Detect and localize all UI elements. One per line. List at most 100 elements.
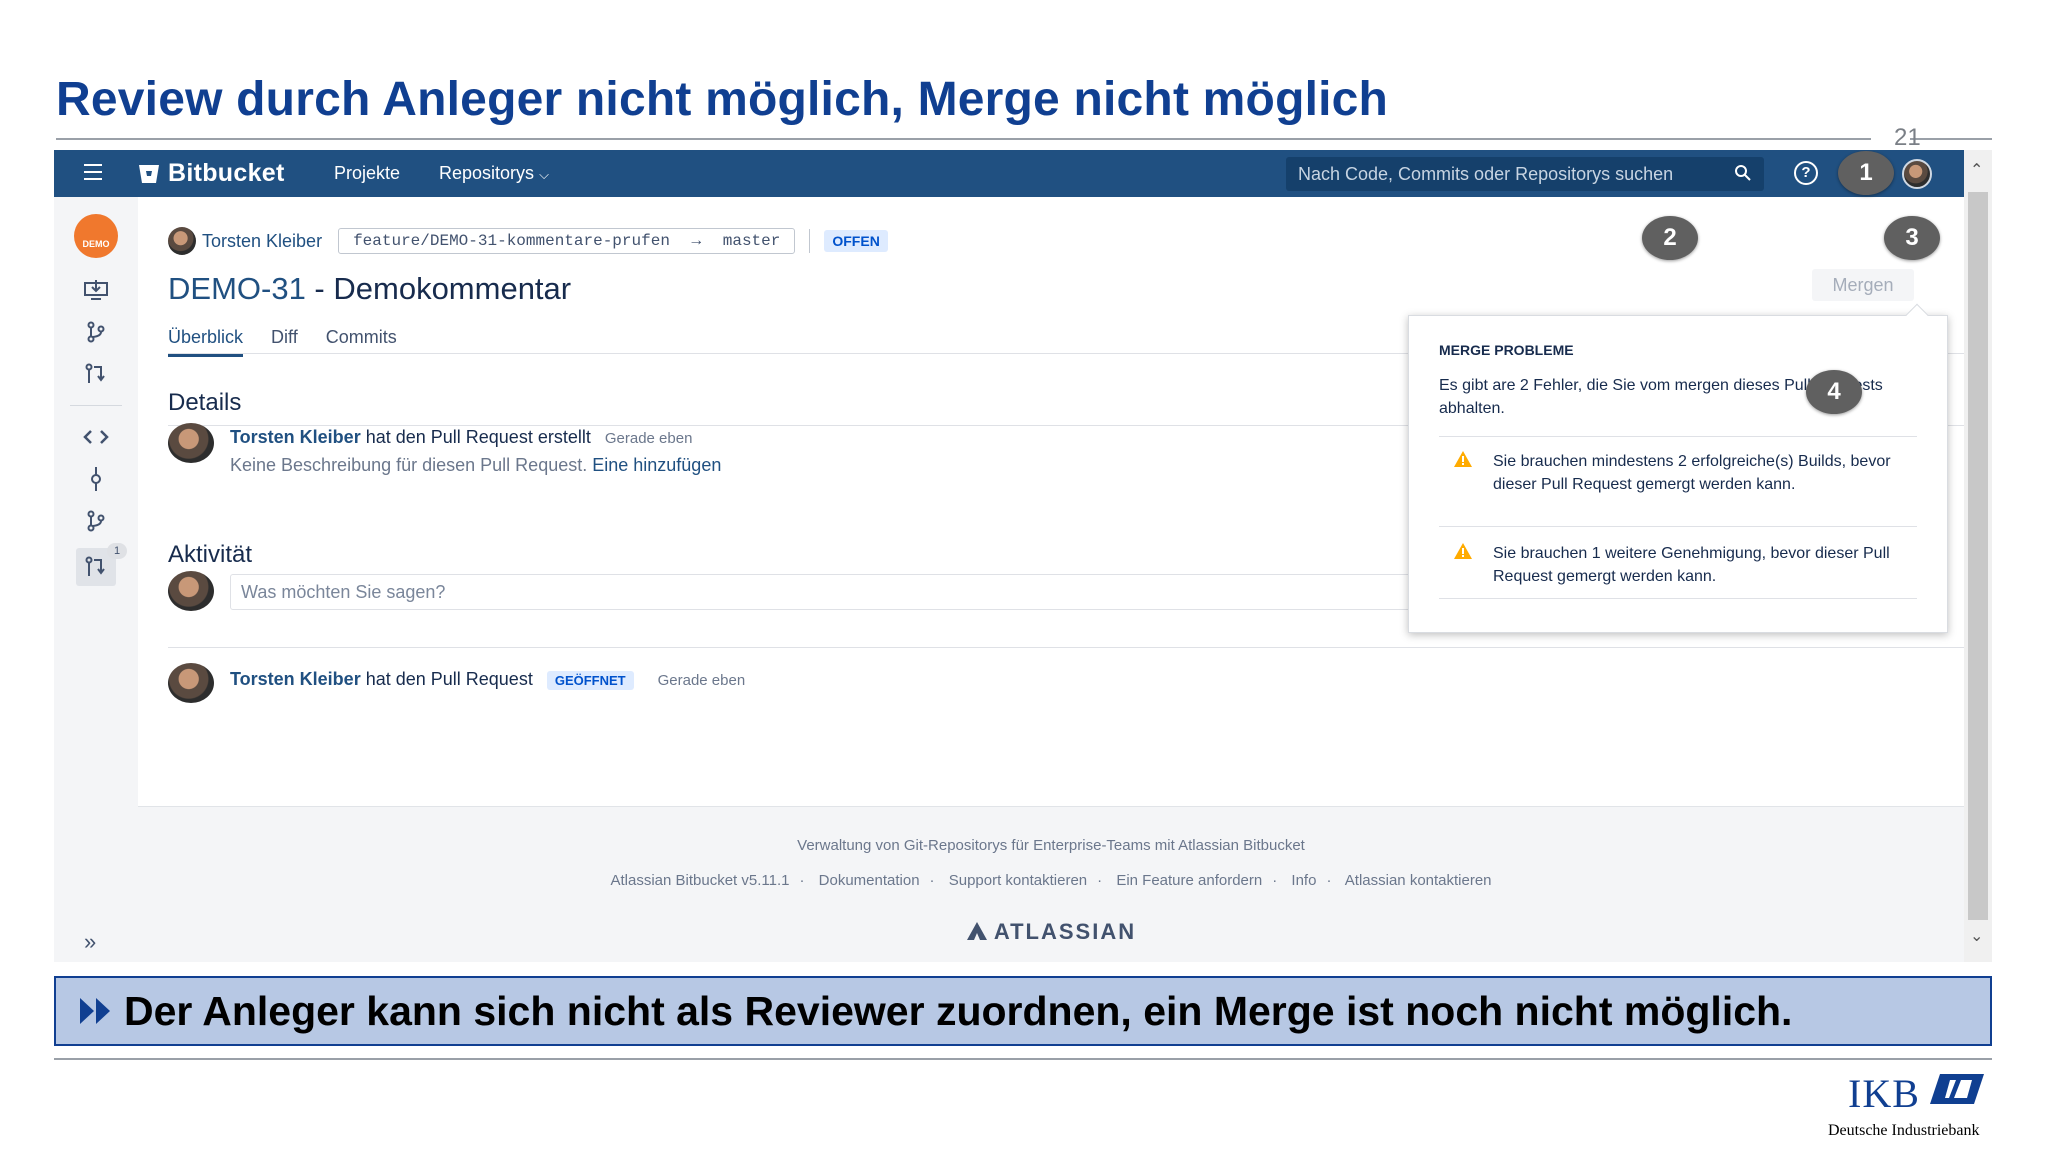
title-divider-right bbox=[1910, 138, 1992, 140]
timestamp: Gerade eben bbox=[604, 430, 693, 447]
created-line: Torsten Kleiber hat den Pull Request ers… bbox=[230, 427, 692, 448]
footer-links: Atlassian Bitbucket v5.11.1 · Dokumentati… bbox=[138, 872, 1964, 889]
source-icon[interactable] bbox=[76, 422, 116, 452]
author-link[interactable]: Torsten Kleiber bbox=[230, 427, 361, 447]
timestamp: Gerade eben bbox=[657, 672, 746, 689]
project-avatar[interactable]: DEMO bbox=[74, 214, 118, 258]
scrollbar[interactable]: ⌃ ⌄ bbox=[1964, 150, 1992, 962]
merge-problem-builds: Sie brauchen mindestens 2 erfolgreiche(s… bbox=[1493, 453, 1891, 493]
branch-info[interactable]: feature/DEMO-31-kommentare-prufen → mast… bbox=[338, 228, 796, 254]
branches-icon[interactable] bbox=[76, 506, 116, 536]
ikb-logo-icon bbox=[1930, 1074, 1984, 1104]
scroll-down-icon[interactable]: ⌄ bbox=[1970, 926, 1983, 946]
commits-icon[interactable] bbox=[76, 464, 116, 494]
description-line: Keine Beschreibung für diesen Pull Reque… bbox=[230, 455, 721, 476]
link-separator: · bbox=[1097, 872, 1103, 889]
clone-icon[interactable] bbox=[76, 275, 116, 305]
issue-key-link[interactable]: DEMO-31 bbox=[168, 271, 306, 306]
slide-title: Review durch Anleger nicht möglich, Merg… bbox=[56, 73, 1389, 126]
warning-icon bbox=[1454, 451, 1472, 467]
link-separator: · bbox=[1272, 872, 1278, 889]
opened-line: Torsten Kleiber hat den Pull Request GEÖF… bbox=[230, 669, 745, 690]
dialog-divider bbox=[1439, 598, 1917, 599]
link-separator: · bbox=[1326, 872, 1332, 889]
nav-repositorys[interactable]: Repositorys ⌵ bbox=[439, 163, 549, 184]
dialog-divider bbox=[1439, 526, 1917, 527]
search-icon bbox=[1735, 165, 1751, 181]
brand-name: Bitbucket bbox=[168, 159, 285, 187]
create-branch-icon[interactable] bbox=[76, 317, 116, 347]
page-footer: Verwaltung von Git-Repositorys für Enter… bbox=[138, 806, 1964, 962]
search-input[interactable]: Nach Code, Commits oder Repositorys such… bbox=[1286, 157, 1764, 191]
bitbucket-screenshot: Bitbucket Projekte Repositorys ⌵ Nach Co… bbox=[54, 150, 1992, 962]
title-divider bbox=[56, 138, 1871, 140]
bitbucket-logo-icon bbox=[139, 164, 159, 183]
pull-request-header: Torsten Kleiber feature/DEMO-31-kommenta… bbox=[168, 227, 888, 255]
top-navigation-bar: Bitbucket Projekte Repositorys ⌵ Nach Co… bbox=[54, 150, 1964, 197]
title-separator: - bbox=[305, 271, 334, 306]
merge-problem-approval: Sie brauchen 1 weitere Genehmigung, bevo… bbox=[1493, 545, 1890, 585]
scrollbar-thumb[interactable] bbox=[1968, 192, 1988, 920]
status-badge: OFFEN bbox=[824, 230, 888, 252]
expand-icon[interactable]: » bbox=[84, 929, 96, 955]
bitbucket-logo[interactable]: Bitbucket bbox=[138, 159, 285, 188]
footer-link-support[interactable]: Support kontaktieren bbox=[949, 872, 1087, 889]
nav-projekte[interactable]: Projekte bbox=[334, 163, 400, 184]
menu-icon[interactable] bbox=[84, 164, 102, 180]
footer-link-feature-request[interactable]: Ein Feature anfordern bbox=[1116, 872, 1262, 889]
opened-badge: GEÖFFNET bbox=[546, 671, 634, 690]
ikb-subtitle: Deutsche Industriebank bbox=[1828, 1122, 1980, 1139]
author-avatar[interactable] bbox=[168, 227, 196, 255]
ikb-wordmark: IKB bbox=[1848, 1071, 1920, 1116]
double-arrow-icon bbox=[78, 996, 114, 1026]
summary-text: Der Anleger kann sich nicht als Reviewer… bbox=[124, 987, 1793, 1034]
author-link[interactable]: Torsten Kleiber bbox=[230, 669, 361, 689]
link-separator: · bbox=[799, 872, 805, 889]
dialog-pointer bbox=[1905, 303, 1929, 327]
dialog-heading: MERGE PROBLEME bbox=[1439, 342, 1574, 358]
callout-3: 3 bbox=[1884, 216, 1940, 260]
bottom-divider bbox=[54, 1058, 1992, 1060]
project-sidebar: DEMO 1 » bbox=[54, 197, 138, 962]
current-user-avatar bbox=[168, 571, 214, 611]
footer-tagline: Verwaltung von Git-Repositorys für Enter… bbox=[797, 837, 1305, 854]
add-description-link[interactable]: Eine hinzufügen bbox=[592, 455, 721, 475]
title-text: Demokommentar bbox=[333, 271, 572, 306]
author-link[interactable]: Torsten Kleiber bbox=[202, 231, 322, 252]
callout-2: 2 bbox=[1642, 216, 1698, 260]
created-action: hat den Pull Request erstellt bbox=[360, 427, 591, 447]
user-avatar[interactable] bbox=[1902, 159, 1932, 189]
chevron-down-icon: ⌵ bbox=[539, 167, 549, 182]
footer-link-documentation[interactable]: Dokumentation bbox=[819, 872, 920, 889]
nav-repositorys-label: Repositorys bbox=[439, 163, 535, 183]
target-branch: master bbox=[722, 232, 781, 250]
merge-problems-dialog: MERGE PROBLEME Es gibt are 2 Fehler, die… bbox=[1408, 303, 1948, 633]
dialog-divider bbox=[1439, 436, 1917, 437]
warning-icon bbox=[1454, 543, 1472, 559]
scroll-up-icon[interactable]: ⌃ bbox=[1970, 160, 1983, 180]
pull-request-title: DEMO-31 - Demokommentar bbox=[168, 271, 571, 307]
header-divider bbox=[809, 229, 811, 253]
opened-action: hat den Pull Request bbox=[360, 669, 533, 689]
author-avatar[interactable] bbox=[168, 423, 214, 463]
details-heading: Details bbox=[168, 389, 242, 416]
author-avatar[interactable] bbox=[168, 663, 214, 703]
callout-1: 1 bbox=[1838, 151, 1894, 195]
atlassian-logo[interactable]: ATLASSIAN bbox=[138, 919, 1964, 945]
merge-button[interactable]: Mergen bbox=[1812, 269, 1914, 301]
source-branch: feature/DEMO-31-kommentare-prufen bbox=[353, 232, 670, 250]
summary-note: Der Anleger kann sich nicht als Reviewer… bbox=[54, 976, 1992, 1046]
activity-heading: Aktivität bbox=[168, 541, 253, 568]
callout-4: 4 bbox=[1806, 370, 1862, 414]
branch-arrow-icon: → bbox=[691, 232, 702, 250]
atlassian-wordmark: ATLASSIAN bbox=[993, 919, 1137, 944]
search-placeholder: Nach Code, Commits oder Repositorys such… bbox=[1298, 164, 1674, 184]
link-separator: · bbox=[929, 872, 935, 889]
footer-link-info[interactable]: Info bbox=[1291, 872, 1316, 889]
footer-link-version[interactable]: Atlassian Bitbucket v5.11.1 bbox=[610, 872, 789, 889]
no-description-text: Keine Beschreibung für diesen Pull Reque… bbox=[230, 455, 593, 475]
help-icon[interactable]: ? bbox=[1794, 161, 1818, 185]
footer-link-contact[interactable]: Atlassian kontaktieren bbox=[1345, 872, 1492, 889]
create-pull-request-icon[interactable] bbox=[76, 359, 116, 389]
pull-request-count-badge: 1 bbox=[107, 543, 127, 559]
